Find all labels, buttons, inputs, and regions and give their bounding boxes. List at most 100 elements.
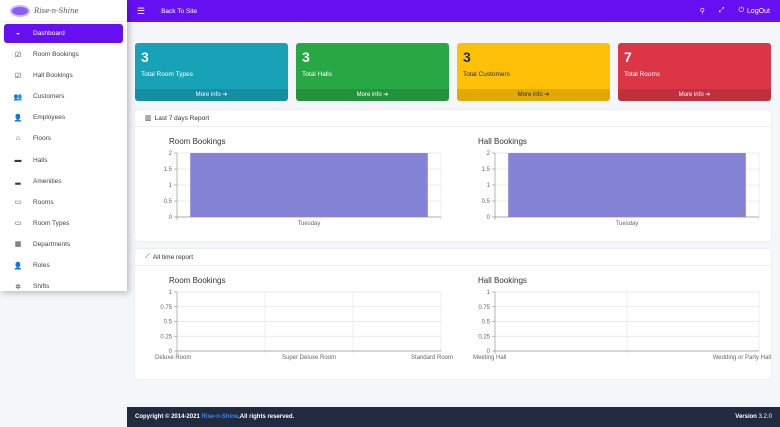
chart-title: Room Bookings [169,276,226,285]
y-tick-label: 0.25 [478,334,490,340]
sidebar-item-label: Floors [33,135,52,143]
nav-icon: 👤 [13,262,23,270]
sidebar-item-label: Departments [33,240,71,248]
y-tick-label: 1 [487,183,491,189]
nav-icon: ☑ [14,72,22,80]
version-info: Version 3.2.0 [735,414,772,420]
y-tick-label: 0.75 [478,305,490,311]
fullscreen-icon[interactable]: ⤢ [719,7,725,15]
sidebar-item-customers[interactable]: 👥 Customers [4,87,123,106]
sidebar-item-label: Halls [33,156,48,164]
more-info-label: More info [517,92,543,98]
version-number: 3.2.0 [758,414,772,420]
stat-label: Total Room Types [141,71,193,78]
stat-value: 7 [624,49,632,65]
sidebar-item-label: Hall Bookings [33,72,73,80]
room-bookings-all-chart: 00.250.50.751Deluxe Room Super Deluxe Roo… [155,290,453,361]
card-title: Last 7 days Report [154,114,210,122]
sidebar-item-hall-bookings[interactable]: ☑ Hall Bookings [4,66,123,85]
stat-label: Total Customers [463,71,510,78]
footer: Copyright © 2014-2021 Rise-n-Shine.All r… [127,407,780,427]
brand-name: Rise-n-Shine [34,6,79,15]
x-tick-label: Tuesday [298,221,321,227]
sidebar-item-room-bookings[interactable]: ☑ Room Bookings [4,45,123,64]
sidebar-item-roles[interactable]: 👤 Roles [4,256,123,275]
logout-button[interactable]: ⏻ LogOut [738,7,770,15]
nav-icon: 👥 [13,93,23,101]
sidebar-item-label: Roles [33,262,50,270]
copyright-text: Copyright © 2014-2021 Rise-n-Shine.All r… [135,414,294,420]
sidebar-item-shifts[interactable]: ✲ Shifts [4,277,123,296]
x-tick-label: Super Deluxe Room [282,355,336,361]
stat-box-room-types: 3 Total Room Types More info ➔ [135,43,288,101]
nav-icon: ⌂ [15,135,21,143]
chart-title: Hall Bookings [478,137,527,146]
more-info-label: More info [678,92,704,98]
search-icon[interactable]: ⚲ [700,7,705,15]
stat-box-halls: 3 Total Halls More info ➔ [296,43,449,101]
sidebar-nav: ◒ Dashboard ☑ Room Bookings ☑ Hall Bookings 👥 C… [0,22,127,300]
more-info-link[interactable]: More info ➔ [296,89,449,101]
nav-icon: ▬ [14,156,22,164]
arrow-circle-right-icon: ➔ [383,92,389,98]
card-header: ▥ Last 7 days Report [135,110,771,127]
card-title: All time report [152,253,194,261]
nav-icon: ▭ [14,220,22,228]
report-card-7-days: ▥ Last 7 days Report Room Bookings 0 0.5 1… [135,110,771,241]
y-tick-label: 2 [487,151,491,157]
y-tick-label: 0.25 [160,334,172,340]
sidebar-item-departments[interactable]: ▦ Departments [4,235,123,254]
logout-label: LogOut [747,7,770,15]
chart-line-icon: ⟋ [145,253,150,260]
stat-box-customers: 3 Total Customers More info ➔ [457,43,610,101]
bar [190,153,428,217]
y-tick-label: 1 [487,290,491,296]
nav-icon: ▭ [14,199,22,207]
y-tick-label: 0.5 [164,199,173,205]
card-header: ⟋ All time report [135,249,771,266]
chart-bar-icon: ▥ [145,115,152,122]
brand[interactable]: Rise-n-Shine [0,0,127,22]
y-tick-label: 0.75 [160,305,172,311]
back-to-site-link[interactable]: Back To Site [161,8,197,15]
nav-icon: ✲ [15,283,21,291]
x-tick-label: Standard Room [411,355,453,361]
nav-icon: ▦ [14,241,22,249]
y-tick-label: 1 [169,183,173,189]
sidebar-item-label: Amenities [33,177,62,185]
hall-bookings-all-chart: 00.250.50.751Meeting Hall Wedding or Part… [473,290,771,361]
more-info-link[interactable]: More info ➔ [457,89,610,101]
stat-value: 3 [302,49,310,65]
y-tick-label: 0 [169,215,173,221]
y-tick-label: 0 [487,215,491,221]
chart-title: Room Bookings [169,137,226,146]
nav-icon: ☑ [14,51,22,59]
arrow-circle-right-icon: ➔ [544,92,550,98]
copyright-prefix: Copyright © 2014-2021 [135,414,200,420]
nav-icon: ▂ [15,178,21,186]
y-tick-label: 0.5 [482,199,491,205]
nav-icon: 👤 [13,114,23,122]
sidebar-item-label: Shifts [33,283,50,291]
arrow-circle-right-icon: ➔ [222,92,228,98]
y-tick-label: 0.5 [482,320,491,326]
stat-box-rooms: 7 Total Rooms More info ➔ [618,43,771,101]
sidebar-item-room-types[interactable]: ▭ Room Types [4,214,123,233]
menu-toggle-icon[interactable]: ☰ [137,6,145,17]
chart-title: Hall Bookings [478,276,527,285]
more-info-link[interactable]: More info ➔ [618,89,771,101]
y-tick-label: 2 [169,151,173,157]
sidebar-item-rooms[interactable]: ▭ Rooms [4,193,123,212]
footer-brand-link[interactable]: Rise-n-Shine [201,414,238,420]
stat-value: 3 [141,49,149,65]
y-tick-label: 0.5 [164,320,173,326]
sidebar-item-halls[interactable]: ▬ Halls [4,151,123,170]
more-info-link[interactable]: More info ➔ [135,89,288,101]
sidebar-item-floors[interactable]: ⌂ Floors [4,129,123,148]
sidebar-item-dashboard[interactable]: ◒ Dashboard [4,24,123,43]
bar [508,153,746,217]
sidebar-item-label: Room Bookings [33,51,79,59]
sidebar-item-amenities[interactable]: ▂ Amenities [4,172,123,191]
sidebar-item-employees[interactable]: 👤 Employees [4,108,123,127]
stat-label: Total Halls [302,71,332,78]
